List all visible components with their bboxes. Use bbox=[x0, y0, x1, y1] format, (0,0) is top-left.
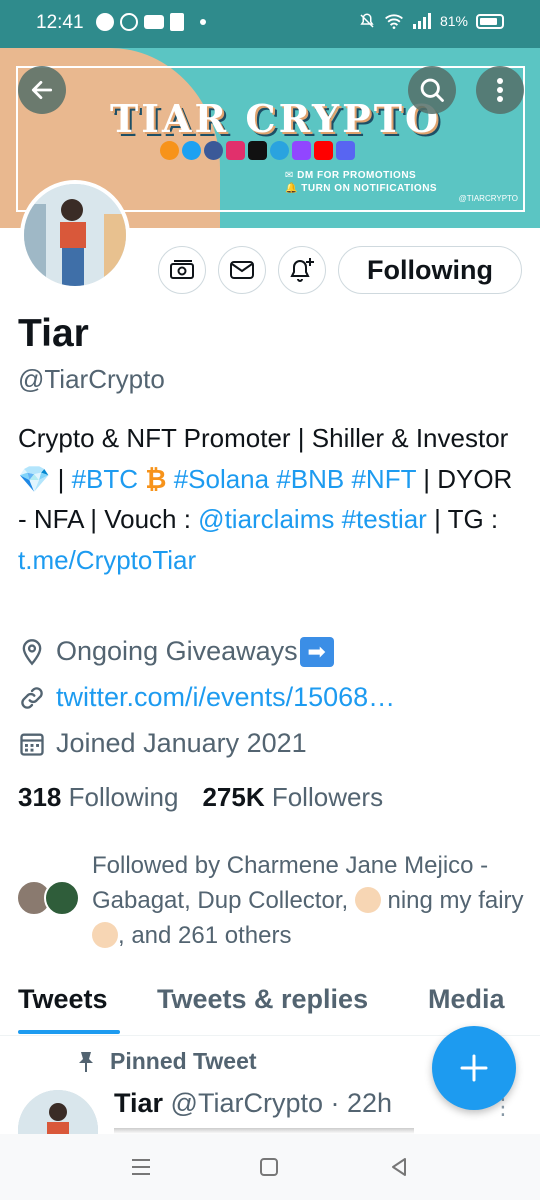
banner-title: TIAR CRYPTO bbox=[110, 96, 442, 141]
hashtag-link[interactable]: #BTC bbox=[72, 464, 138, 494]
system-nav-bar bbox=[0, 1134, 540, 1200]
status-bar: 12:41 81% bbox=[0, 0, 540, 48]
tip-button[interactable] bbox=[158, 246, 206, 294]
telegram-link[interactable]: t.me/CryptoTiar bbox=[18, 545, 196, 575]
wifi-icon bbox=[385, 14, 403, 29]
tweet-author-handle: @TiarCrypto bbox=[170, 1088, 323, 1118]
battery-percent: 81% bbox=[439, 13, 468, 29]
search-icon bbox=[420, 78, 444, 102]
messenger-icon bbox=[96, 13, 114, 31]
calendar-icon bbox=[20, 733, 44, 756]
profile-tabs: Tweets Tweets & replies Media bbox=[0, 976, 540, 1036]
sync-icon bbox=[120, 13, 138, 31]
notification-icons bbox=[96, 13, 206, 31]
avatar-photo bbox=[24, 184, 126, 286]
tiktok-icon bbox=[170, 13, 184, 31]
tiktok-icon bbox=[248, 141, 267, 160]
followed-by-text: , and 261 others bbox=[118, 922, 292, 949]
notifications-button[interactable] bbox=[278, 246, 326, 294]
following-count[interactable]: 318 Following bbox=[18, 782, 178, 813]
location-row: Ongoing Giveaways ➡ bbox=[18, 636, 334, 667]
signal-icon bbox=[412, 13, 431, 29]
tweet-header: Tiar @TiarCrypto · 22h bbox=[114, 1088, 392, 1119]
back-arrow-icon bbox=[31, 81, 53, 99]
following-number: 318 bbox=[18, 782, 62, 812]
location-text: Ongoing Giveaways bbox=[56, 636, 298, 666]
more-vertical-icon bbox=[497, 78, 503, 102]
envelope-icon bbox=[230, 261, 254, 279]
youtube-icon bbox=[314, 141, 333, 160]
banner-notice: ✉ DM FOR PROMOTIONS 🔔 TURN ON NOTIFICATI… bbox=[285, 170, 438, 194]
pinned-label: Pinned Tweet bbox=[76, 1048, 257, 1075]
followers-number: 275K bbox=[202, 782, 265, 812]
more-options-button[interactable] bbox=[476, 66, 524, 114]
website-link[interactable]: twitter.com/i/events/15068… bbox=[56, 682, 395, 713]
twitter-icon bbox=[182, 141, 201, 160]
instagram-icon bbox=[226, 141, 245, 160]
banner-notice-dm: DM FOR PROMOTIONS bbox=[297, 170, 417, 181]
follower-avatar bbox=[44, 880, 80, 916]
tab-tweets[interactable]: Tweets bbox=[18, 984, 108, 1015]
following-label: Following bbox=[68, 782, 179, 812]
bio-text: ₿ bbox=[138, 463, 174, 494]
compose-tweet-button[interactable] bbox=[432, 1026, 516, 1110]
more-notifications-dot bbox=[200, 19, 206, 25]
clock: 12:41 bbox=[36, 12, 84, 33]
right-arrow-emoji: ➡ bbox=[299, 636, 334, 667]
profile-handle: @TiarCrypto bbox=[18, 364, 165, 394]
search-button[interactable] bbox=[408, 66, 456, 114]
system-status: 81% bbox=[358, 12, 504, 30]
back-button[interactable] bbox=[18, 66, 66, 114]
person-emoji-icon bbox=[92, 922, 118, 948]
mute-icon bbox=[360, 13, 374, 28]
link-icon bbox=[21, 686, 43, 709]
banner-social-icons bbox=[160, 141, 355, 160]
active-tab-indicator bbox=[18, 1030, 120, 1034]
banner-handle: @TIARCRYPTO bbox=[458, 194, 518, 203]
recent-apps-icon[interactable] bbox=[130, 1156, 152, 1178]
tab-tweets-replies[interactable]: Tweets & replies bbox=[157, 984, 368, 1015]
bell-plus-icon bbox=[290, 258, 314, 282]
facebook-icon bbox=[204, 141, 223, 160]
hashtag-link[interactable]: #Solana #BNB #NFT bbox=[174, 464, 416, 494]
bio-text: | TG : bbox=[426, 504, 499, 534]
profile-bio: Crypto & NFT Promoter | Shiller & Invest… bbox=[18, 418, 518, 580]
pinned-tweet-label: Pinned Tweet bbox=[110, 1048, 257, 1074]
banner-notice-notify: TURN ON NOTIFICATIONS bbox=[301, 183, 438, 194]
location-pin-icon bbox=[22, 638, 42, 665]
profile-avatar[interactable] bbox=[20, 180, 130, 290]
follow-counts: 318 Following 275K Followers bbox=[18, 782, 383, 813]
message-button[interactable] bbox=[218, 246, 266, 294]
person-emoji-icon bbox=[354, 887, 381, 913]
tab-media[interactable]: Media bbox=[428, 984, 505, 1015]
battery-icon bbox=[476, 13, 504, 29]
tweet-time: · 22h bbox=[330, 1088, 393, 1118]
discord-icon bbox=[336, 141, 355, 160]
profile-name: Tiar bbox=[18, 312, 89, 355]
followed-by-text: ning my fairy bbox=[380, 887, 524, 914]
joined-row: Joined January 2021 bbox=[18, 728, 307, 759]
followers-count[interactable]: 275K Followers bbox=[202, 782, 383, 813]
plus-icon bbox=[460, 1054, 488, 1082]
followers-label: Followers bbox=[271, 782, 384, 812]
mention-link[interactable]: @tiarclaims #testiar bbox=[198, 504, 427, 534]
home-icon[interactable] bbox=[258, 1156, 280, 1178]
telegram-icon bbox=[270, 141, 289, 160]
website-row: twitter.com/i/events/15068… bbox=[18, 682, 395, 713]
pin-icon bbox=[79, 1051, 93, 1072]
bitcoin-icon bbox=[160, 141, 179, 160]
following-button[interactable]: Following bbox=[338, 246, 522, 294]
money-icon bbox=[170, 260, 194, 279]
back-nav-icon[interactable] bbox=[388, 1156, 410, 1178]
followed-by[interactable]: Followed by Charmene Jane Mejico - Gabag… bbox=[92, 848, 532, 953]
twitch-icon bbox=[292, 141, 311, 160]
joined-text: Joined January 2021 bbox=[56, 728, 307, 758]
tweet-author-name[interactable]: Tiar bbox=[114, 1088, 163, 1118]
youtube-icon bbox=[144, 15, 164, 29]
